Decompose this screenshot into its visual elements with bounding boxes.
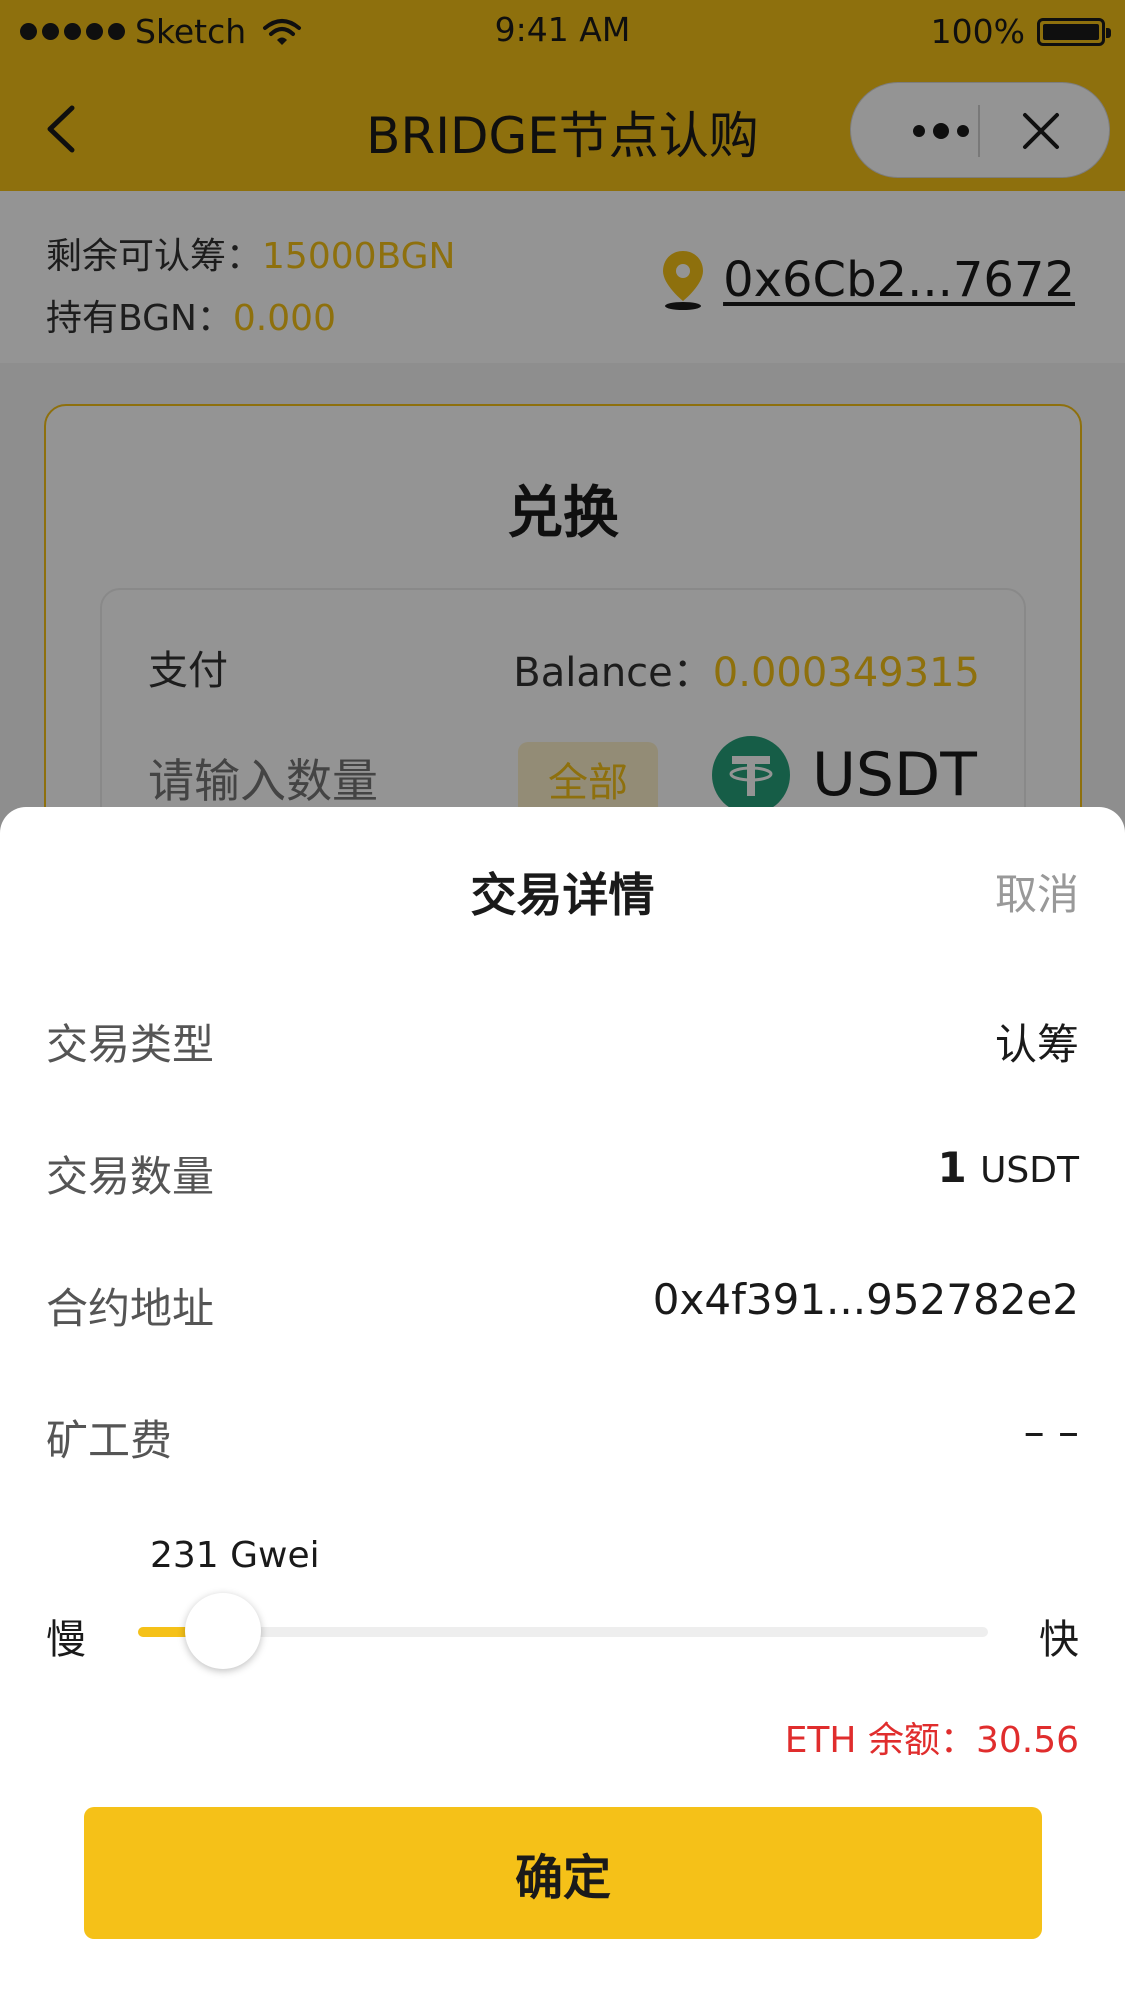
detail-label: 交易数量 [46,1152,215,1201]
amount-unit: USDT [980,1150,1079,1191]
gas-slider-handle[interactable] [185,1593,261,1669]
detail-row-type: 交易类型 认筹 [46,1011,1079,1071]
transaction-sheet: 交易详情 取消 交易类型 认筹 交易数量 1 USDT 合约地址 0x4f391… [0,807,1125,2001]
detail-value: 认筹 [994,1020,1079,1069]
detail-label: 交易类型 [46,1020,215,1069]
gas-slider-track[interactable] [138,1627,988,1637]
gas-price-label: 231 Gwei [150,1535,320,1576]
detail-label: 合约地址 [46,1284,215,1333]
cancel-button[interactable]: 取消 [995,861,1079,922]
contract-address: 0x4f391...952782e2 [652,1275,1079,1324]
fee-value: – – [1023,1407,1079,1456]
detail-row-amount: 交易数量 1 USDT [46,1143,1079,1203]
detail-row-fee: 矿工费 – – [46,1407,1079,1467]
eth-balance: ETH 余额：30.56 [784,1720,1079,1761]
detail-row-contract: 合约地址 0x4f391...952782e2 [46,1275,1079,1335]
fast-label: 快 [1039,1617,1079,1663]
confirm-button[interactable]: 确定 [84,1807,1042,1939]
sheet-title: 交易详情 [470,868,655,922]
amount-number: 1 [937,1143,967,1192]
detail-value: 1 USDT [937,1143,1079,1192]
slow-label: 慢 [46,1617,86,1663]
detail-label: 矿工费 [46,1416,173,1465]
